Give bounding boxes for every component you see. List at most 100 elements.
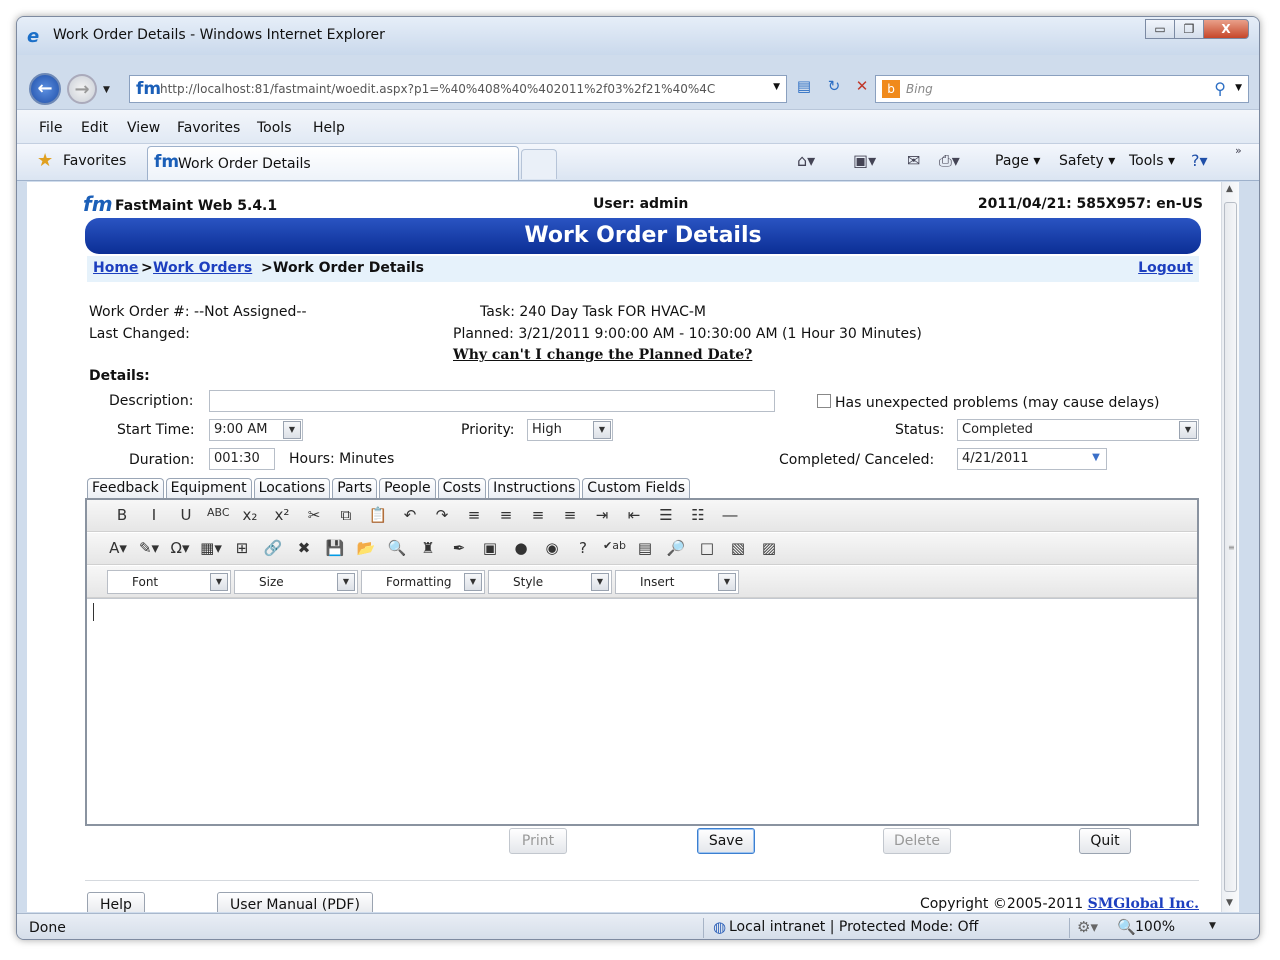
find-icon[interactable]: ♜ (417, 539, 439, 557)
zoom-icon[interactable]: 🔎 (665, 539, 687, 557)
subscript-icon[interactable]: x₂ (239, 506, 261, 524)
style-dropdown[interactable]: Style ▼ (488, 570, 612, 594)
url-field[interactable]: fm http://localhost:81/fastmaint/woedit.… (129, 75, 787, 103)
favorites-button[interactable]: Favorites (63, 153, 126, 169)
minimize-icon[interactable]: ▭ (1145, 19, 1175, 39)
tab-instructions[interactable]: Instructions (488, 478, 581, 500)
chevron-down-icon[interactable]: ▼ (718, 573, 736, 591)
size-dropdown[interactable]: Size ▼ (234, 570, 358, 594)
numbered-list-icon[interactable]: ☷ (687, 506, 709, 524)
why-cant-change-link[interactable]: Why can't I change the Planned Date? (453, 347, 752, 363)
pen-icon[interactable]: ✒ (448, 539, 470, 557)
formatting-dropdown[interactable]: Formatting ▼ (361, 570, 485, 594)
scroll-thumb[interactable]: ≡ (1224, 202, 1237, 892)
chevron-down-icon[interactable]: ▼ (337, 573, 355, 591)
font-color-icon[interactable]: A▾ (107, 539, 129, 557)
favorites-star-icon[interactable]: ★ (37, 150, 53, 171)
underline-icon[interactable]: U (175, 506, 197, 524)
horizontal-rule-icon[interactable]: ― (719, 506, 741, 524)
restore-icon[interactable]: ❐ (1174, 19, 1204, 39)
logout-link[interactable]: Logout (1138, 260, 1193, 276)
indent-icon[interactable]: ⇥ (591, 506, 613, 524)
chevron-down-icon[interactable]: ▼ (1179, 421, 1197, 439)
completed-date-input[interactable]: 4/21/2011 ▼ (957, 448, 1107, 470)
smglobal-link[interactable]: SMGlobal Inc. (1088, 896, 1199, 912)
search-placeholder[interactable]: Bing (906, 82, 933, 96)
description-input[interactable] (209, 390, 775, 412)
security-zone[interactable]: Local intranet | Protected Mode: Off (729, 919, 978, 935)
preview-icon[interactable]: 🔍 (386, 539, 408, 557)
image-icon[interactable]: ▣ (479, 539, 501, 557)
chevron-down-icon[interactable]: ▼ (593, 421, 611, 439)
close-icon[interactable]: X (1203, 19, 1249, 39)
url-text[interactable]: http://localhost:81/fastmaint/woedit.asp… (160, 82, 750, 96)
flash-icon[interactable]: ● (510, 539, 532, 557)
tab-parts[interactable]: Parts (332, 478, 378, 500)
bold-icon[interactable]: B (111, 506, 133, 524)
template-icon[interactable]: ▤ (634, 539, 656, 557)
save-doc-icon[interactable]: 💾 (324, 539, 346, 557)
tab-locations[interactable]: Locations (253, 478, 331, 500)
highlight-icon[interactable]: ✎▾ (138, 539, 160, 557)
refresh-icon[interactable]: ↻ (821, 77, 847, 101)
home-icon[interactable]: ⌂▾ (797, 151, 815, 170)
tab-people[interactable]: People (379, 478, 436, 500)
menu-edit[interactable]: Edit (81, 120, 108, 136)
start-time-select[interactable]: 9:00 AM ▼ (209, 419, 303, 441)
feeds-icon[interactable]: ▣▾ (853, 151, 876, 170)
chevron-down-icon[interactable]: ▼ (464, 573, 482, 591)
strikethrough-icon[interactable]: ABC (207, 506, 230, 519)
user-manual-button[interactable]: User Manual (PDF) (217, 892, 373, 912)
breadcrumb-home[interactable]: Home (93, 260, 138, 276)
browser-tab-work-order-details[interactable]: fm Work Order Details (147, 146, 519, 180)
menu-file[interactable]: File (39, 120, 62, 136)
compatibility-view-icon[interactable]: ▤ (791, 77, 817, 101)
unlink-icon[interactable]: ✖ (293, 539, 315, 557)
tab-equipment[interactable]: Equipment (165, 478, 252, 500)
search-dropdown-icon[interactable]: ▼ (1235, 83, 1242, 93)
menu-tools[interactable]: Tools (257, 120, 292, 136)
print-icon[interactable]: ⎙▾ (939, 151, 960, 171)
bullet-list-icon[interactable]: ☰ (655, 506, 677, 524)
editor-content-area[interactable] (87, 598, 1197, 824)
undo-icon[interactable]: ↶ (399, 506, 421, 524)
copy-icon[interactable]: ⧉ (335, 506, 357, 524)
help-circle-icon[interactable]: ?▾ (1191, 151, 1208, 170)
tools-menu[interactable]: Tools ▾ (1129, 153, 1175, 169)
help-button[interactable]: Help (87, 892, 145, 912)
menu-view[interactable]: View (127, 120, 160, 136)
paste-icon[interactable]: 📋 (367, 506, 389, 524)
redo-icon[interactable]: ↷ (431, 506, 453, 524)
history-dropdown-icon[interactable]: ▼ (103, 85, 110, 95)
paste-text-icon[interactable]: ▨ (758, 539, 780, 557)
vertical-scrollbar[interactable]: ▲ ≡ ▼ (1221, 182, 1239, 912)
breadcrumb-work-orders[interactable]: Work Orders (153, 260, 252, 276)
chevron-more-icon[interactable]: » (1235, 144, 1242, 157)
forward-arrow-icon[interactable]: → (67, 74, 97, 104)
chevron-down-icon[interactable]: ▼ (591, 573, 609, 591)
tab-custom-fields[interactable]: Custom Fields (582, 478, 690, 500)
mail-icon[interactable]: ✉ (907, 151, 920, 170)
back-arrow-icon[interactable]: ← (29, 73, 61, 105)
scroll-up-icon[interactable]: ▲ (1226, 184, 1233, 194)
open-icon[interactable]: 📂 (355, 539, 377, 557)
zoom-dropdown-icon[interactable]: ▼ (1209, 921, 1216, 931)
insert-dropdown[interactable]: Insert ▼ (615, 570, 739, 594)
table-grid-icon[interactable]: ⊞ (231, 539, 253, 557)
page-menu[interactable]: Page ▾ (995, 153, 1040, 169)
search-icon[interactable]: ⚲ (1214, 79, 1226, 98)
font-dropdown[interactable]: Font ▼ (107, 570, 231, 594)
outdent-icon[interactable]: ⇤ (623, 506, 645, 524)
status-select[interactable]: Completed ▼ (957, 419, 1199, 441)
scroll-down-icon[interactable]: ▼ (1226, 898, 1233, 908)
menu-help[interactable]: Help (313, 120, 345, 136)
special-char-icon[interactable]: Ω▾ (169, 539, 191, 557)
quit-button[interactable]: Quit (1079, 828, 1131, 854)
url-dropdown-icon[interactable]: ▼ (773, 82, 780, 92)
calendar-dropdown-icon[interactable]: ▼ (1087, 450, 1105, 468)
tab-feedback[interactable]: Feedback (87, 478, 164, 500)
duration-input[interactable]: 001:30 (209, 448, 275, 470)
hyperlink-icon[interactable]: 🔗 (262, 539, 284, 557)
delete-button[interactable]: Delete (883, 828, 951, 854)
superscript-icon[interactable]: x² (271, 506, 293, 524)
